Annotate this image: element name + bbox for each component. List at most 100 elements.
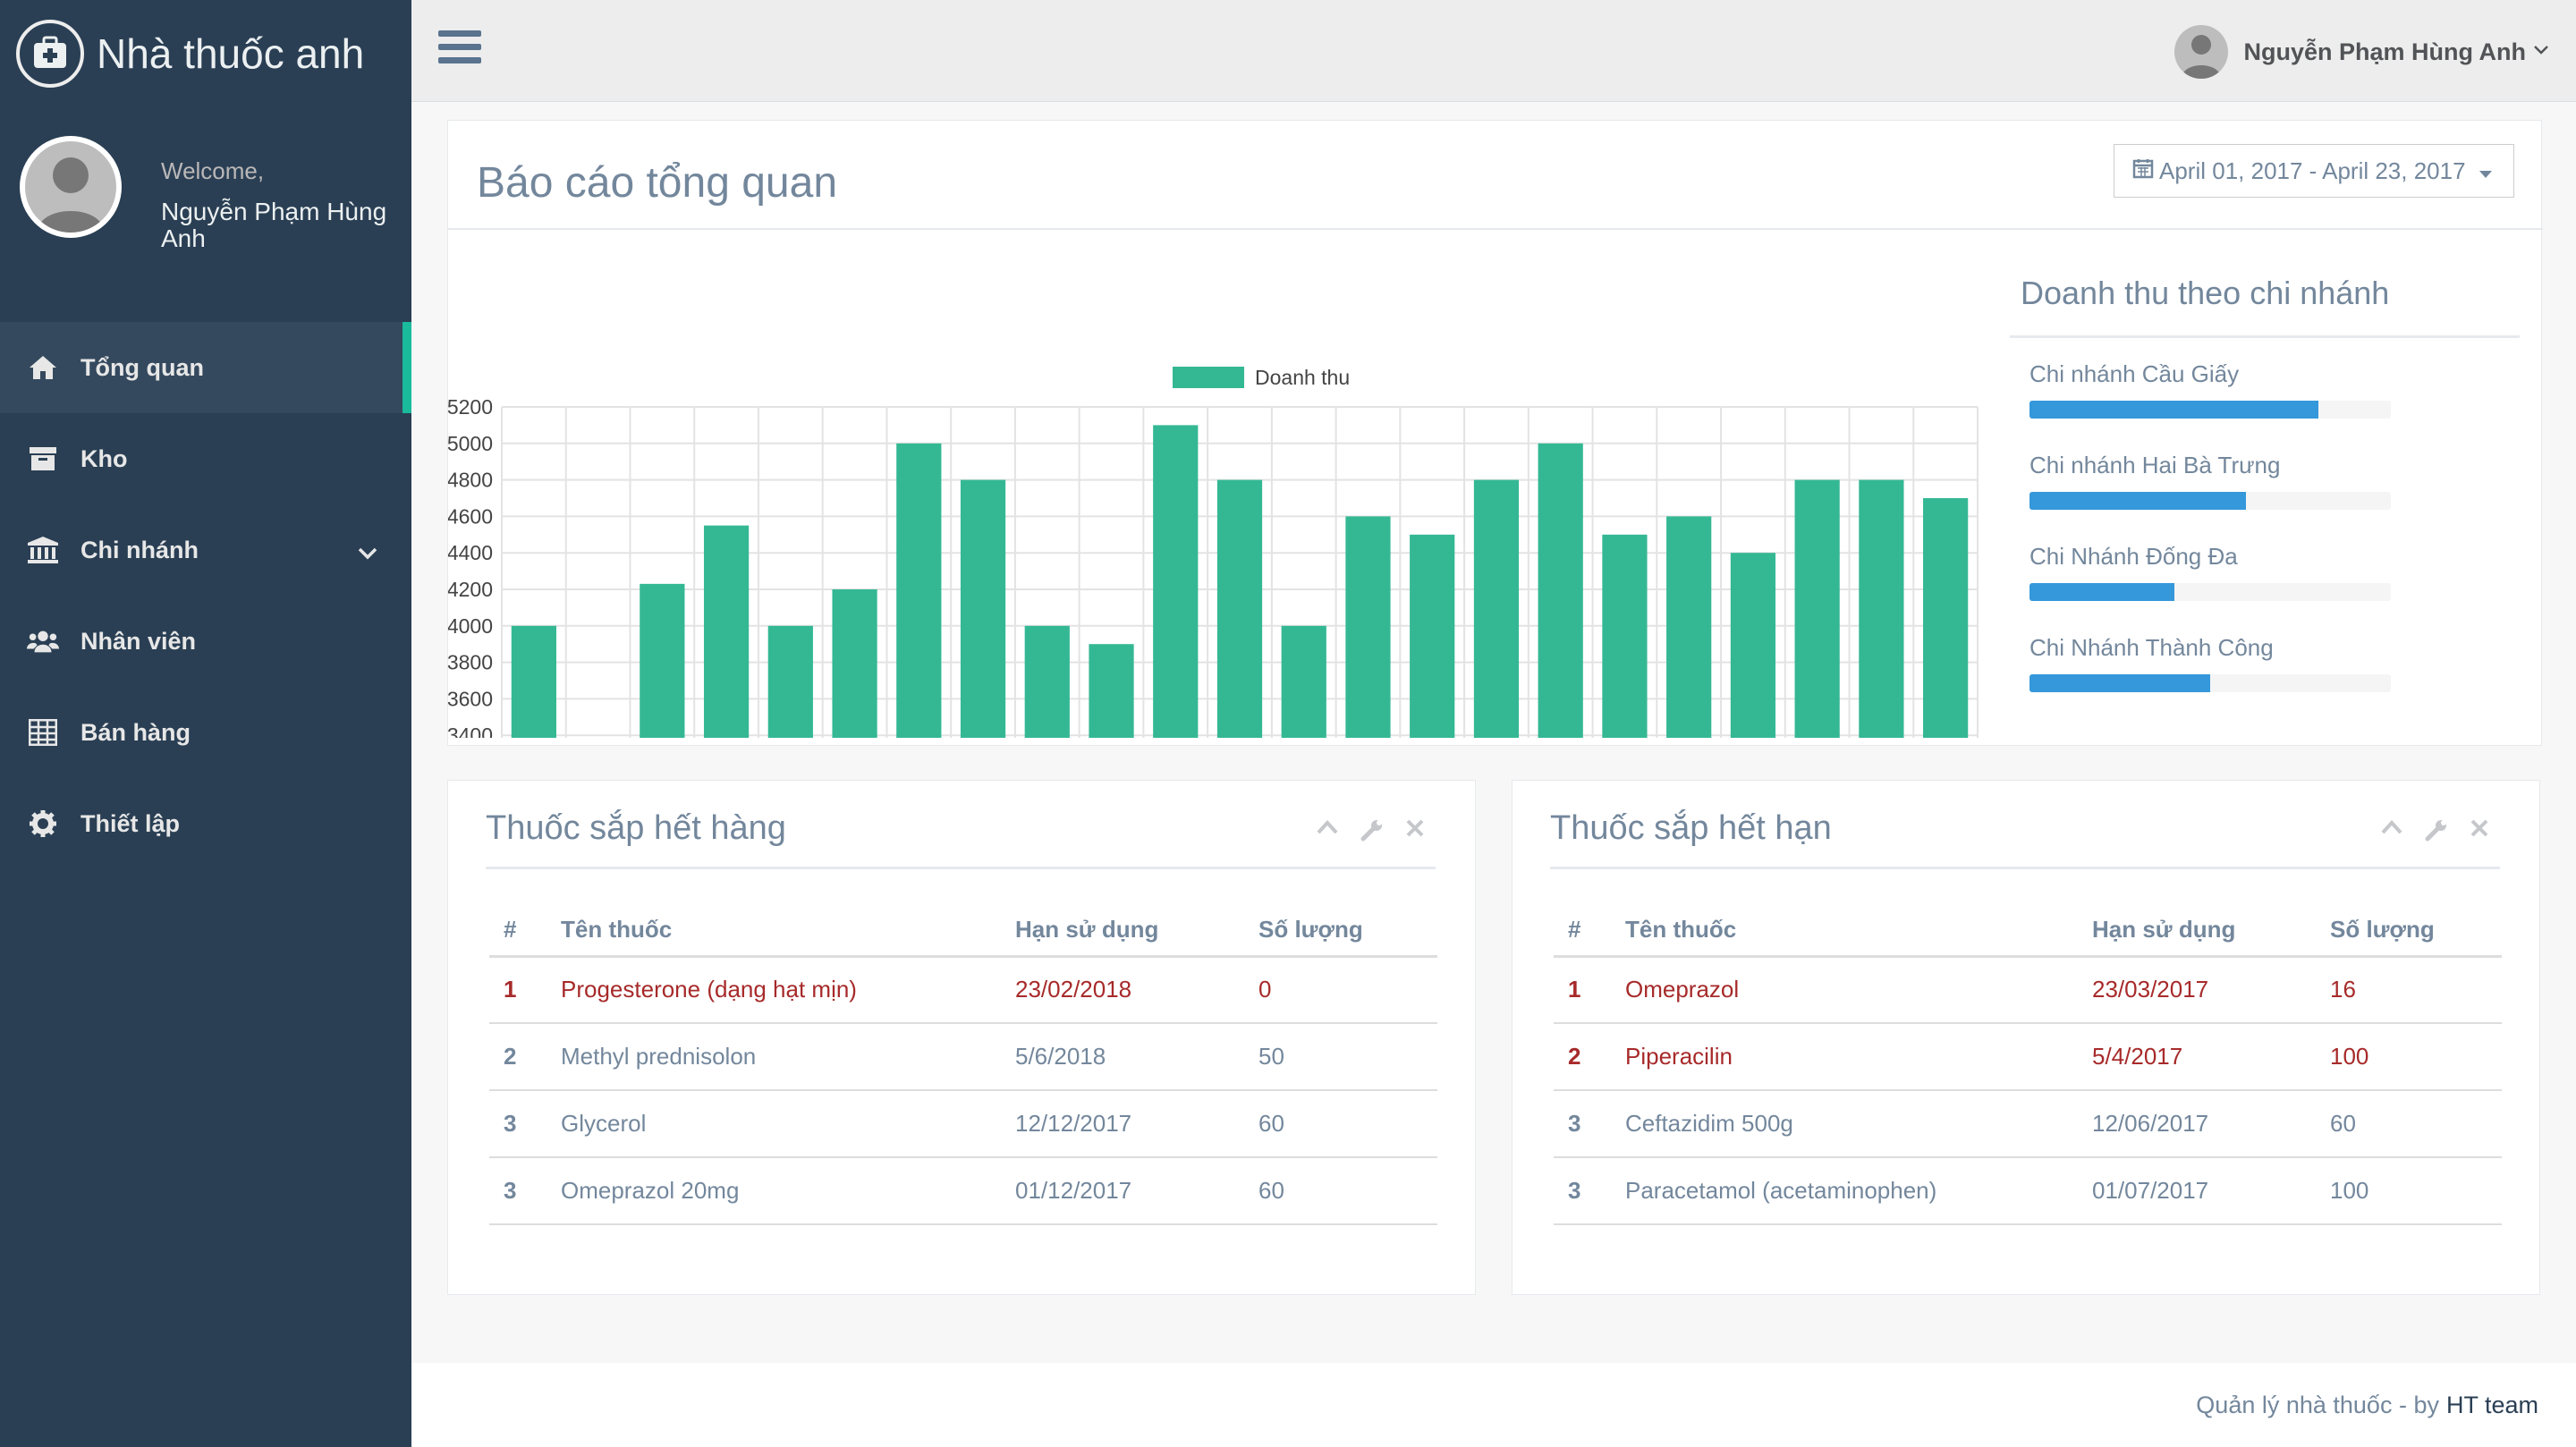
home-icon (27, 351, 59, 384)
bar[interactable] (1473, 479, 1520, 738)
branch-name: Chi nhánh Hai Bà Trưng (2029, 452, 2281, 478)
y-tick-label: 3400 (448, 724, 493, 738)
y-tick-label: 4800 (448, 469, 493, 492)
bar[interactable] (1089, 644, 1134, 738)
wrench-icon[interactable] (1360, 818, 1384, 846)
nav-item-thiet-lap[interactable]: Thiết lập (0, 778, 411, 869)
y-tick-label: 5200 (448, 395, 493, 419)
progress-bar (2029, 674, 2210, 692)
bar[interactable] (1602, 534, 1648, 738)
branch-name: Chi Nhánh Đống Đa (2029, 543, 2238, 570)
col-header-expiry: Hạn sử dụng (1001, 904, 1244, 958)
table-row[interactable]: 3 Ceftazidim 500g 12/06/2017 60 (1554, 1090, 2502, 1158)
cell-qty: 100 (2316, 1023, 2502, 1091)
bar[interactable] (1281, 625, 1326, 738)
table-row[interactable]: 3 Paracetamol (acetaminophen) 01/07/2017 10… (1554, 1157, 2502, 1225)
cell-index: 3 (489, 1090, 547, 1158)
bar[interactable] (1024, 625, 1070, 738)
table-row[interactable]: 2 Methyl prednisolon 5/6/2018 50 (489, 1023, 1437, 1091)
cell-index: 2 (1554, 1023, 1611, 1091)
col-header-qty: Số lượng (1244, 904, 1437, 958)
bar[interactable] (832, 589, 877, 738)
bar[interactable] (1923, 498, 1969, 738)
table-row[interactable]: 3 Glycerol 12/12/2017 60 (489, 1090, 1437, 1158)
collapse-icon[interactable] (2380, 818, 2403, 846)
cell-qty: 100 (2316, 1157, 2502, 1225)
branch-revenue-title: Doanh thu theo chi nhánh (2021, 275, 2390, 311)
cell-name: Paracetamol (acetaminophen) (1611, 1157, 2078, 1225)
bar[interactable] (1216, 479, 1263, 738)
cell-name: Progesterone (dạng hạt mịn) (547, 956, 1001, 1024)
cell-qty: 16 (2316, 956, 2502, 1024)
table-row[interactable]: 3 Omeprazol 20mg 01/12/2017 60 (489, 1157, 1437, 1225)
progress-track (2029, 492, 2391, 510)
date-range-picker[interactable]: April 01, 2017 - April 23, 2017 (2114, 144, 2514, 198)
nav-item-chi-nhanh[interactable]: Chi nhánh (0, 504, 411, 596)
progress-bar (2029, 583, 2174, 601)
low-stock-panel: Thuốc sắp hết hàng # Tên thuốc Hạn sử dụ… (447, 780, 1476, 1295)
bar[interactable] (896, 443, 942, 738)
wrench-icon[interactable] (2425, 818, 2448, 846)
cell-expiry: 01/12/2017 (1001, 1157, 1244, 1225)
col-header-qty: Số lượng (2316, 904, 2502, 958)
expiring-table: # Tên thuốc Hạn sử dụng Số lượng 1 Omepra… (1554, 904, 2502, 1225)
nav-label: Chi nhánh (80, 536, 199, 563)
nav-item-tong-quan[interactable]: Tổng quan (0, 322, 411, 413)
table-row[interactable]: 2 Piperacilin 5/4/2017 100 (1554, 1023, 2502, 1091)
caret-down-icon (2479, 157, 2493, 185)
cell-expiry: 23/03/2017 (2078, 956, 2316, 1024)
bar[interactable] (1730, 553, 1776, 738)
bar[interactable] (1794, 479, 1840, 738)
nav-item-ban-hang[interactable]: Bán hàng (0, 687, 411, 778)
divider (1550, 867, 2500, 869)
panel-toolbox (1316, 818, 1425, 846)
bar[interactable] (960, 479, 1006, 738)
collapse-icon[interactable] (1316, 818, 1339, 846)
bar[interactable] (1538, 443, 1583, 738)
bar[interactable] (1410, 534, 1455, 738)
user-menu[interactable]: Nguyễn Phạm Hùng Anh (2174, 25, 2550, 79)
bank-icon (27, 534, 59, 566)
bar[interactable] (703, 525, 750, 738)
medkit-icon (16, 20, 84, 88)
col-header-index: # (1554, 904, 1611, 958)
legend-label: Doanh thu (1255, 366, 1350, 389)
cell-index: 3 (489, 1157, 547, 1225)
page-title: Báo cáo tổng quan (477, 159, 838, 207)
close-icon[interactable] (2470, 818, 2489, 846)
bar[interactable] (1666, 516, 1712, 738)
menu-toggle-icon[interactable] (438, 30, 481, 66)
users-icon (27, 625, 59, 657)
cell-index: 2 (489, 1023, 547, 1091)
table-row[interactable]: 1 Omeprazol 23/03/2017 16 (1554, 956, 2502, 1024)
col-header-index: # (489, 904, 547, 958)
profile: Welcome, Nguyễn Phạm Hùng Anh (20, 136, 395, 252)
brand[interactable]: Nhà thuốc anh (16, 20, 364, 88)
y-tick-label: 4600 (448, 504, 493, 528)
footer-brand-link[interactable]: HT team (2446, 1392, 2538, 1419)
bar[interactable] (767, 625, 813, 738)
branch-item: Chi Nhánh Thành Công (2029, 634, 2391, 692)
cell-expiry: 01/07/2017 (2078, 1157, 2316, 1225)
nav-item-nhan-vien[interactable]: Nhân viên (0, 596, 411, 687)
progress-track (2029, 401, 2391, 419)
progress-track (2029, 674, 2391, 692)
cell-qty: 0 (1244, 956, 1437, 1024)
cell-index: 3 (1554, 1090, 1611, 1158)
bar[interactable] (640, 583, 685, 738)
cell-qty: 60 (1244, 1157, 1437, 1225)
divider (448, 228, 2543, 230)
branch-name: Chi Nhánh Thành Công (2029, 634, 2274, 661)
cell-name: Ceftazidim 500g (1611, 1090, 2078, 1158)
table-row[interactable]: 1 Progesterone (dạng hạt mịn) 23/02/2018 0 (489, 956, 1437, 1024)
gear-icon (27, 808, 59, 840)
bar[interactable] (1859, 479, 1904, 738)
nav-item-kho[interactable]: Kho (0, 413, 411, 504)
bar[interactable] (1153, 425, 1199, 738)
bar[interactable] (1345, 516, 1391, 738)
bar[interactable] (511, 625, 556, 738)
y-tick-label: 4200 (448, 578, 493, 601)
main-content: Báo cáo tổng quan April 01, 2017 - April… (411, 102, 2576, 1447)
chevron-down-icon (2533, 44, 2549, 60)
close-icon[interactable] (1405, 818, 1425, 846)
